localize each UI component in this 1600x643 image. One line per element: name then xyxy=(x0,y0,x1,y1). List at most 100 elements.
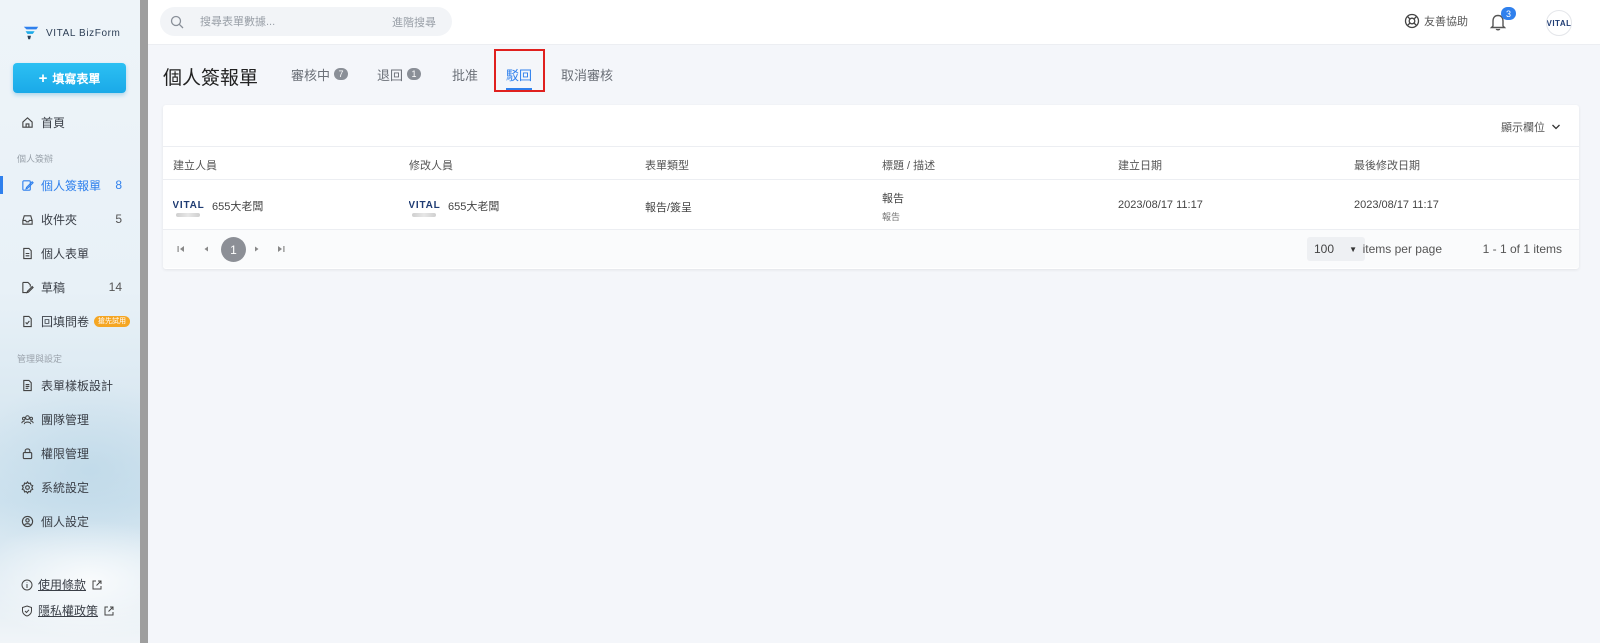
section-label-admin: 管理與設定 xyxy=(17,354,63,364)
creator-name: 655大老闆 xyxy=(212,200,264,213)
table-row[interactable]: VITAL 655大老闆 VITAL 655大老闆 報告/簽呈 報告 報告 20… xyxy=(163,180,1579,230)
survey-icon xyxy=(21,315,34,328)
tab-count-badge: 1 xyxy=(407,68,422,80)
column-header-form-type[interactable]: 表單類型 xyxy=(645,157,689,173)
created-date-cell: 2023/08/17 11:17 xyxy=(1118,199,1203,211)
search-icon xyxy=(170,15,184,28)
sidebar-item-system-settings[interactable]: 系統設定 xyxy=(0,474,140,500)
plus-icon: + xyxy=(38,69,48,87)
column-toggle-button[interactable]: 顯示欄位 xyxy=(1501,119,1561,135)
sidebar-item-label: 系統設定 xyxy=(41,480,90,495)
info-icon xyxy=(21,579,33,590)
sidebar-item-template-design[interactable]: 表單樣板設計 xyxy=(0,372,140,398)
sidebar-item-my-forms[interactable]: 個人表單 xyxy=(0,240,140,266)
team-icon xyxy=(21,413,34,426)
tab-label: 取消審核 xyxy=(561,67,614,83)
terms-link[interactable]: 使用條款 xyxy=(21,576,103,593)
search-box[interactable]: 進階搜尋 xyxy=(160,7,452,36)
sidebar-item-home[interactable]: 首頁 xyxy=(0,109,140,135)
sidebar-item-team[interactable]: 團隊管理 xyxy=(0,406,140,432)
tab-label: 退回 xyxy=(377,67,404,83)
modifier-name: 655大老闆 xyxy=(448,200,500,213)
column-header-title[interactable]: 標題 / 描述 xyxy=(882,157,935,173)
sidebar-item-label: 團隊管理 xyxy=(41,412,90,427)
column-header-modified[interactable]: 最後修改日期 xyxy=(1354,157,1420,173)
avatar-text: VITAL xyxy=(409,200,440,211)
page-title: 個人簽報單 xyxy=(163,68,259,89)
creator-cell: VITAL 655大老闆 xyxy=(173,191,263,220)
sidebar-item-survey[interactable]: 回填問卷 搶先試用 xyxy=(0,308,140,334)
user-circle-icon xyxy=(21,515,34,528)
avatar: VITAL xyxy=(173,191,204,220)
table-header: 建立人員 修改人員 表單類型 標題 / 描述 建立日期 最後修改日期 xyxy=(163,146,1579,180)
home-icon xyxy=(21,116,34,129)
tab-approved[interactable]: 批准 xyxy=(452,64,478,84)
form-type-cell: 報告/簽呈 xyxy=(645,202,693,214)
modifier-cell: VITAL 655大老闆 xyxy=(409,191,499,220)
column-header-modifier[interactable]: 修改人員 xyxy=(409,157,453,173)
template-icon xyxy=(21,379,34,392)
sidebar-item-inbox[interactable]: 收件夾 5 xyxy=(0,206,140,232)
sidebar-item-label: 個人表單 xyxy=(41,246,90,261)
sidebar-item-drafts[interactable]: 草稿 14 xyxy=(0,274,140,300)
sidebar-item-count: 8 xyxy=(115,178,122,192)
modified-date-cell: 2023/08/17 11:17 xyxy=(1354,199,1439,211)
current-page-button[interactable]: 1 xyxy=(221,237,246,262)
avatar: VITAL xyxy=(409,191,440,220)
tab-in-review[interactable]: 審核中 7 xyxy=(291,64,349,84)
privacy-link[interactable]: 隱私權政策 xyxy=(21,602,115,619)
notification-badge: 3 xyxy=(1501,7,1516,20)
column-header-creator[interactable]: 建立人員 xyxy=(173,157,217,173)
lifebuoy-icon xyxy=(1404,13,1420,29)
sidebar-item-label: 個人簽報單 xyxy=(41,178,102,193)
privacy-link-label: 隱私權政策 xyxy=(38,604,99,618)
sidebar-item-personal-forms[interactable]: 個人簽報單 8 xyxy=(0,172,140,198)
prev-page-icon[interactable] xyxy=(200,243,212,255)
draft-icon xyxy=(21,281,34,294)
terms-link-label: 使用條款 xyxy=(38,578,87,592)
column-header-created[interactable]: 建立日期 xyxy=(1118,157,1162,173)
sidebar-scrollbar[interactable] xyxy=(140,0,148,643)
form-title: 報告 xyxy=(882,193,904,205)
sidebar-item-label: 收件夾 xyxy=(41,212,78,227)
section-label-personal: 個人簽辦 xyxy=(17,154,54,164)
pagination: 1 100 ▼ items per page 1 - 1 of 1 items xyxy=(163,230,1579,268)
fill-form-button[interactable]: + 填寫表單 xyxy=(13,63,126,93)
external-link-icon xyxy=(104,606,114,615)
last-page-icon[interactable] xyxy=(275,243,287,255)
dropdown-caret-icon: ▼ xyxy=(1349,244,1357,254)
tab-count-badge: 7 xyxy=(334,68,349,80)
user-avatar[interactable]: VITAL xyxy=(1546,10,1572,36)
sidebar-item-permissions[interactable]: 權限管理 xyxy=(0,440,140,466)
next-page-icon[interactable] xyxy=(251,243,263,255)
tab-returned[interactable]: 退回 1 xyxy=(377,64,422,84)
topbar: 進階搜尋 友善協助 3 VITAL xyxy=(148,0,1600,45)
edit-form-icon xyxy=(21,179,34,192)
sidebar-item-label: 權限管理 xyxy=(41,446,90,461)
sidebar-item-label: 個人設定 xyxy=(41,514,90,529)
external-link-icon xyxy=(92,580,102,589)
search-input[interactable] xyxy=(200,15,380,28)
tab-rejected[interactable]: 駁回 xyxy=(506,64,533,90)
sidebar-item-label: 首頁 xyxy=(41,115,66,130)
sidebar-item-label: 表單樣板設計 xyxy=(41,378,114,393)
tab-label: 審核中 xyxy=(291,67,331,83)
page-size-select[interactable]: 100 ▼ xyxy=(1307,237,1365,261)
tab-cancelled[interactable]: 取消審核 xyxy=(561,64,613,84)
shield-icon xyxy=(22,604,32,617)
help-button[interactable]: 友善協助 xyxy=(1404,13,1468,29)
tab-label: 駁回 xyxy=(506,67,533,83)
avatar-text: VITAL xyxy=(1546,18,1572,28)
sidebar-item-label: 草稿 xyxy=(41,280,66,295)
tab-label: 批准 xyxy=(452,67,479,83)
sidebar: VITAL BizForm + 填寫表單 首頁 個人簽辦 個人簽報單 8 收件夾… xyxy=(0,0,140,643)
chevron-down-icon xyxy=(1552,124,1560,130)
sidebar-item-label: 回填問卷 xyxy=(41,314,90,329)
app-logo[interactable]: VITAL BizForm xyxy=(22,24,120,42)
sidebar-item-count: 14 xyxy=(108,280,122,294)
help-label: 友善協助 xyxy=(1424,16,1468,28)
sidebar-item-personal-settings[interactable]: 個人設定 xyxy=(0,508,140,534)
advanced-search-link[interactable]: 進階搜尋 xyxy=(392,14,436,30)
logo-text: VITAL BizForm xyxy=(46,27,121,39)
first-page-icon[interactable] xyxy=(175,243,187,255)
